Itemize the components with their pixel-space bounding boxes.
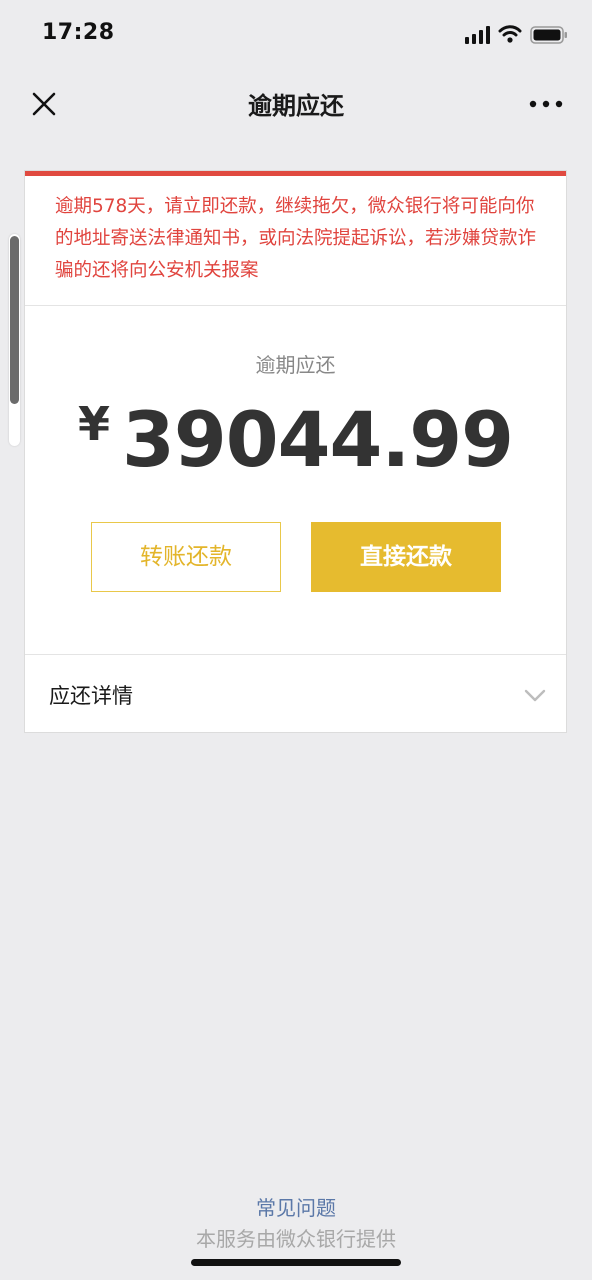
wifi-icon (498, 25, 522, 43)
more-icon[interactable] (528, 96, 564, 112)
divider (25, 305, 566, 306)
faq-link[interactable]: 常见问题 (0, 1192, 592, 1221)
chevron-down-icon (524, 689, 546, 702)
currency-symbol: ¥ (77, 397, 110, 451)
repayment-card: 逾期578天，请立即还款，继续拖欠，微众银行将可能向你的地址寄送法律通知书，或向… (24, 170, 567, 733)
page: 17:28 逾期应还 逾期578天，请立即还款，继续拖欠，微众银行将可能向你的地… (0, 0, 592, 1280)
overdue-warning-text: 逾期578天，请立即还款，继续拖欠，微众银行将可能向你的地址寄送法律通知书，或向… (55, 196, 537, 281)
status-bar: 17:28 (0, 0, 592, 72)
home-indicator[interactable] (191, 1259, 401, 1266)
service-provider-note: 本服务由微众银行提供 (196, 1227, 396, 1251)
scroll-indicator[interactable] (9, 234, 20, 446)
status-time: 17:28 (42, 20, 115, 45)
details-label: 应还详情 (49, 684, 133, 708)
direct-repay-button[interactable]: 直接还款 (311, 522, 501, 592)
scroll-thumb[interactable] (10, 236, 19, 404)
transfer-repay-button[interactable]: 转账还款 (91, 522, 281, 592)
nav-bar: 逾期应还 (0, 72, 592, 138)
repayment-details-row[interactable]: 应还详情 (25, 655, 566, 733)
signal-icon (465, 26, 490, 44)
warning-accent-bar (25, 171, 566, 176)
amount-value: 39044.99 (121, 395, 514, 484)
amount-display: ¥39044.99 (25, 395, 566, 484)
page-title: 逾期应还 (248, 92, 344, 120)
amount-label: 逾期应还 (255, 353, 336, 377)
battery-icon (530, 26, 567, 44)
